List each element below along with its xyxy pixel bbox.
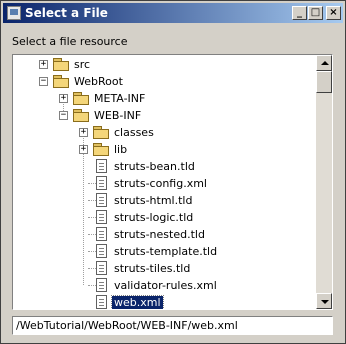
file-icon [96, 193, 107, 207]
arrow-up-icon [321, 61, 329, 65]
folder-open-icon [73, 109, 89, 122]
tree-item-struts-logic[interactable]: struts-logic.tld [13, 209, 313, 226]
scrollbar-thumb[interactable] [316, 71, 332, 93]
tree-item-web-inf[interactable]: − WEB-INF [13, 107, 313, 124]
expand-toggle[interactable]: + [79, 145, 88, 154]
tree-item-label: classes [114, 126, 154, 139]
expand-toggle[interactable]: + [59, 94, 68, 103]
tree-item-webroot[interactable]: − WebRoot [13, 73, 313, 90]
tree-item-label: struts-tiles.tld [114, 262, 191, 275]
collapse-toggle[interactable]: − [39, 77, 48, 86]
window-app-icon [7, 6, 21, 20]
arrow-down-icon [321, 300, 329, 304]
tree-item-label: struts-template.tld [114, 245, 218, 258]
folder-icon [53, 58, 69, 71]
tree-item-struts-nested[interactable]: struts-nested.tld [13, 226, 313, 243]
tree-item-src[interactable]: + src [13, 56, 313, 73]
tree-item-struts-tiles[interactable]: struts-tiles.tld [13, 260, 313, 277]
tree-item-struts-html[interactable]: struts-html.tld [13, 192, 313, 209]
tree-item-label: validator-rules.xml [114, 279, 217, 292]
selected-path-field[interactable]: /WebTutorial/WebRoot/WEB-INF/web.xml [12, 316, 333, 335]
tree-item-lib[interactable]: + lib [13, 141, 313, 158]
close-button[interactable]: × [326, 6, 341, 20]
tree-item-label-selected: web.xml [111, 295, 164, 309]
file-icon [96, 278, 107, 292]
title-bar[interactable]: Select a File _ □ × [3, 3, 343, 23]
tree-item-meta-inf[interactable]: + META-INF [13, 90, 313, 107]
tree-item-struts-template[interactable]: struts-template.tld [13, 243, 313, 260]
file-icon [96, 244, 107, 258]
folder-open-icon [53, 75, 69, 88]
file-icon [96, 261, 107, 275]
expand-toggle[interactable]: + [39, 60, 48, 69]
tree-item-label: META-INF [94, 92, 146, 105]
tree-item-classes[interactable]: + classes [13, 124, 313, 141]
tree-item-label: struts-bean.tld [114, 160, 195, 173]
file-tree[interactable]: + src − WebRoot + META-INF − WEB-INF + c… [12, 54, 333, 310]
file-icon [96, 176, 107, 190]
select-file-dialog: Select a File _ □ × Select a file resour… [0, 0, 346, 344]
tree-item-struts-config[interactable]: struts-config.xml [13, 175, 313, 192]
minimize-button[interactable]: _ [292, 6, 307, 20]
scroll-up-button[interactable] [316, 55, 332, 71]
tree-item-label: struts-logic.tld [114, 211, 194, 224]
tree-item-label: WebRoot [74, 75, 123, 88]
tree-item-label: struts-config.xml [114, 177, 207, 190]
tree-item-label: lib [114, 143, 128, 156]
scroll-down-button[interactable] [316, 293, 332, 309]
tree-item-label: WEB-INF [94, 109, 142, 122]
file-icon [96, 295, 107, 309]
window-title: Select a File [25, 6, 108, 20]
file-icon [96, 159, 107, 173]
tree-item-label: struts-html.tld [114, 194, 193, 207]
expand-toggle[interactable]: + [79, 128, 88, 137]
tree-item-label: struts-nested.tld [114, 228, 205, 241]
folder-icon [73, 92, 89, 105]
maximize-button[interactable]: □ [308, 6, 323, 20]
file-resource-label: Select a file resource [12, 35, 128, 48]
collapse-toggle[interactable]: − [59, 111, 68, 120]
folder-icon [93, 143, 109, 156]
file-icon [96, 210, 107, 224]
tree-item-label: src [74, 58, 91, 71]
tree-item-validator-rules[interactable]: validator-rules.xml [13, 277, 313, 294]
vertical-scrollbar[interactable] [316, 55, 332, 309]
file-icon [96, 227, 107, 241]
folder-icon [93, 126, 109, 139]
tree-item-struts-bean[interactable]: struts-bean.tld [13, 158, 313, 175]
tree-item-web-xml[interactable]: web.xml [13, 294, 313, 309]
